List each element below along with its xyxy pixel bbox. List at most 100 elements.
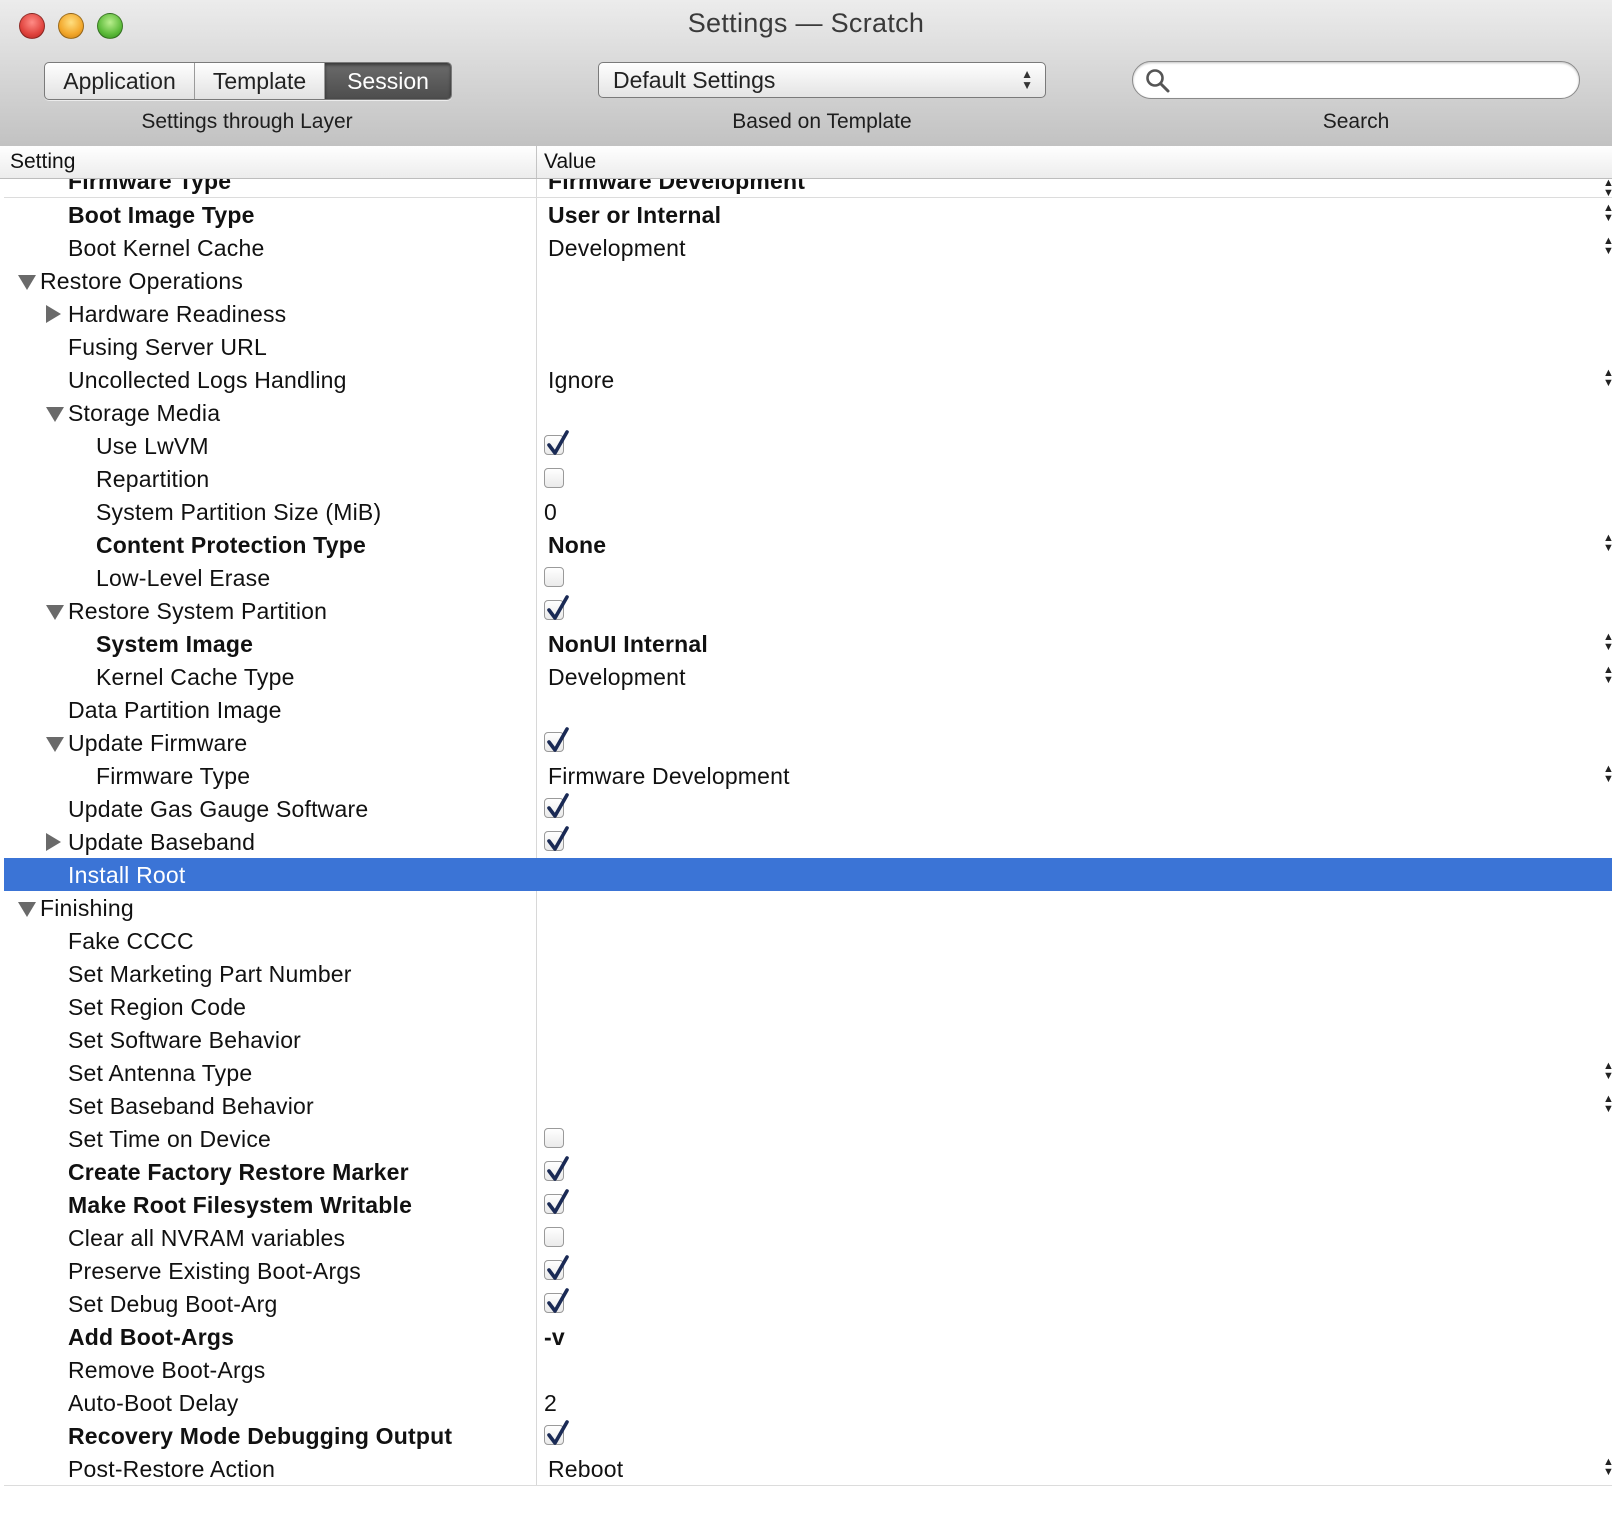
table-row[interactable]: Repartition	[4, 462, 1612, 496]
table-row[interactable]: Set Debug Boot-Arg	[4, 1287, 1612, 1321]
table-row[interactable]: Data Partition Image	[4, 693, 1612, 727]
segment-session[interactable]: Session	[325, 63, 451, 99]
disclosure-triangle-closed-icon[interactable]	[46, 833, 61, 851]
table-row[interactable]: Use LwVM	[4, 429, 1612, 463]
value-popup[interactable]: Development	[548, 664, 686, 691]
table-row[interactable]: Firmware Type Firmware Development ▲ ▼	[4, 759, 1612, 793]
table-row[interactable]: Remove Boot-Args	[4, 1353, 1612, 1387]
table-row[interactable]: Set Time on Device	[4, 1122, 1612, 1156]
table-row[interactable]: Auto-Boot Delay 2	[4, 1386, 1612, 1420]
checkbox-checked[interactable]	[544, 1189, 569, 1214]
table-row[interactable]: Set Region Code	[4, 990, 1612, 1024]
disclosure-triangle-open-icon[interactable]	[18, 275, 36, 290]
setting-name: Kernel Cache Type	[96, 664, 295, 690]
checkbox-checked[interactable]	[544, 430, 569, 455]
segment-template[interactable]: Template	[195, 63, 325, 99]
table-row[interactable]: Set Software Behavior	[4, 1023, 1612, 1057]
column-header-value[interactable]: Value	[544, 150, 596, 174]
checkbox-unchecked[interactable]	[544, 1128, 564, 1148]
checkbox-checked[interactable]	[544, 793, 569, 818]
table-row[interactable]: System Partition Size (MiB) 0	[4, 495, 1612, 529]
table-row[interactable]: Fake CCCC	[4, 924, 1612, 958]
column-separator	[536, 1155, 537, 1188]
disclosure-triangle-open-icon[interactable]	[46, 407, 64, 422]
setting-name: Uncollected Logs Handling	[68, 367, 347, 393]
disclosure-triangle-open-icon[interactable]	[46, 605, 64, 620]
table-row[interactable]: Add Boot-Args -v	[4, 1320, 1612, 1354]
checkbox-unchecked[interactable]	[544, 468, 564, 488]
setting-name: Data Partition Image	[68, 697, 282, 723]
table-row[interactable]: Set Baseband Behavior ▲ ▼	[4, 1089, 1612, 1123]
table-row[interactable]: Kernel Cache Type Development ▲ ▼	[4, 660, 1612, 694]
table-row[interactable]: Restore Operations	[4, 264, 1612, 298]
table-row[interactable]: Boot Image Type User or Internal ▲ ▼	[4, 198, 1612, 232]
checkbox-checked[interactable]	[544, 1255, 569, 1280]
table-row[interactable]: Fusing Server URL	[4, 330, 1612, 364]
value-text-field[interactable]: -v	[544, 1324, 565, 1351]
table-row[interactable]: Uncollected Logs Handling Ignore ▲ ▼	[4, 363, 1612, 397]
table-row[interactable]: Low-Level Erase	[4, 561, 1612, 595]
checkbox-checked[interactable]	[544, 1288, 569, 1313]
table-row[interactable]: Make Root Filesystem Writable	[4, 1188, 1612, 1222]
table-row[interactable]: Recovery Mode Debugging Output	[4, 1419, 1612, 1453]
value-popup[interactable]: None	[548, 532, 606, 559]
checkbox-checked[interactable]	[544, 1156, 569, 1181]
checkbox-unchecked[interactable]	[544, 1227, 564, 1247]
column-separator	[536, 264, 537, 297]
setting-name: Set Marketing Part Number	[68, 961, 352, 987]
popup-arrows-icon[interactable]: ▲ ▼	[1603, 203, 1612, 224]
popup-arrows-icon[interactable]: ▲ ▼	[1603, 179, 1612, 199]
popup-arrows-icon[interactable]: ▲ ▼	[1603, 665, 1612, 686]
popup-arrows-icon[interactable]: ▲ ▼	[1603, 1061, 1612, 1082]
value-popup[interactable]: Firmware Development	[548, 179, 805, 195]
column-header-setting[interactable]: Setting	[10, 150, 75, 174]
setting-name: Clear all NVRAM variables	[68, 1225, 346, 1251]
table-row[interactable]: Storage Media	[4, 396, 1612, 430]
disclosure-triangle-open-icon[interactable]	[18, 902, 36, 917]
table-row[interactable]: Restore System Partition	[4, 594, 1612, 628]
value-text-field[interactable]: 2	[544, 1390, 557, 1417]
value-popup[interactable]: User or Internal	[548, 202, 721, 229]
checkbox-unchecked[interactable]	[544, 567, 564, 587]
table-row[interactable]: Post-Restore Action Reboot ▲ ▼	[4, 1452, 1612, 1486]
table-row[interactable]: Boot Kernel Cache Development ▲ ▼	[4, 231, 1612, 265]
popup-arrows-icon[interactable]: ▲ ▼	[1603, 533, 1612, 554]
table-row[interactable]: Set Antenna Type ▲ ▼	[4, 1056, 1612, 1090]
table-row[interactable]: Clear all NVRAM variables	[4, 1221, 1612, 1255]
popup-arrows-icon[interactable]: ▲ ▼	[1603, 1457, 1612, 1478]
table-row[interactable]: Set Marketing Part Number	[4, 957, 1612, 991]
table-row[interactable]: Finishing	[4, 891, 1612, 925]
popup-arrows-icon[interactable]: ▲ ▼	[1603, 236, 1612, 257]
table-row[interactable]: Hardware Readiness	[4, 297, 1612, 331]
value-popup[interactable]: NonUI Internal	[548, 631, 708, 658]
popup-arrows-icon[interactable]: ▲ ▼	[1603, 764, 1612, 785]
disclosure-triangle-open-icon[interactable]	[46, 737, 64, 752]
column-divider[interactable]	[536, 146, 537, 178]
checkbox-checked[interactable]	[544, 595, 569, 620]
table-row[interactable]: Firmware Type Firmware Development ▲ ▼	[4, 179, 1612, 199]
table-row[interactable]: Update Gas Gauge Software	[4, 792, 1612, 826]
popup-arrows-icon[interactable]: ▲ ▼	[1603, 368, 1612, 389]
table-row[interactable]: Install Root	[4, 858, 1612, 892]
value-popup[interactable]: Firmware Development	[548, 763, 790, 790]
search-input[interactable]	[1177, 66, 1561, 96]
popup-arrows-icon[interactable]: ▲ ▼	[1603, 632, 1612, 653]
table-row[interactable]: Create Factory Restore Marker	[4, 1155, 1612, 1189]
template-popup-button[interactable]: Default Settings ▲ ▼	[598, 62, 1046, 98]
value-popup[interactable]: Development	[548, 235, 686, 262]
checkbox-checked[interactable]	[544, 826, 569, 851]
value-popup[interactable]: Reboot	[548, 1456, 623, 1483]
search-field[interactable]	[1132, 61, 1580, 99]
table-row[interactable]: Update Baseband	[4, 825, 1612, 859]
value-text-field[interactable]: 0	[544, 499, 557, 526]
segment-application[interactable]: Application	[45, 63, 195, 99]
table-row[interactable]: Update Firmware	[4, 726, 1612, 760]
disclosure-triangle-closed-icon[interactable]	[46, 305, 61, 323]
table-row[interactable]: Content Protection Type None ▲ ▼	[4, 528, 1612, 562]
table-row[interactable]: System Image NonUI Internal ▲ ▼	[4, 627, 1612, 661]
table-row[interactable]: Preserve Existing Boot-Args	[4, 1254, 1612, 1288]
value-popup[interactable]: Ignore	[548, 367, 614, 394]
checkbox-checked[interactable]	[544, 1420, 569, 1445]
popup-arrows-icon[interactable]: ▲ ▼	[1603, 1094, 1612, 1115]
checkbox-checked[interactable]	[544, 727, 569, 752]
